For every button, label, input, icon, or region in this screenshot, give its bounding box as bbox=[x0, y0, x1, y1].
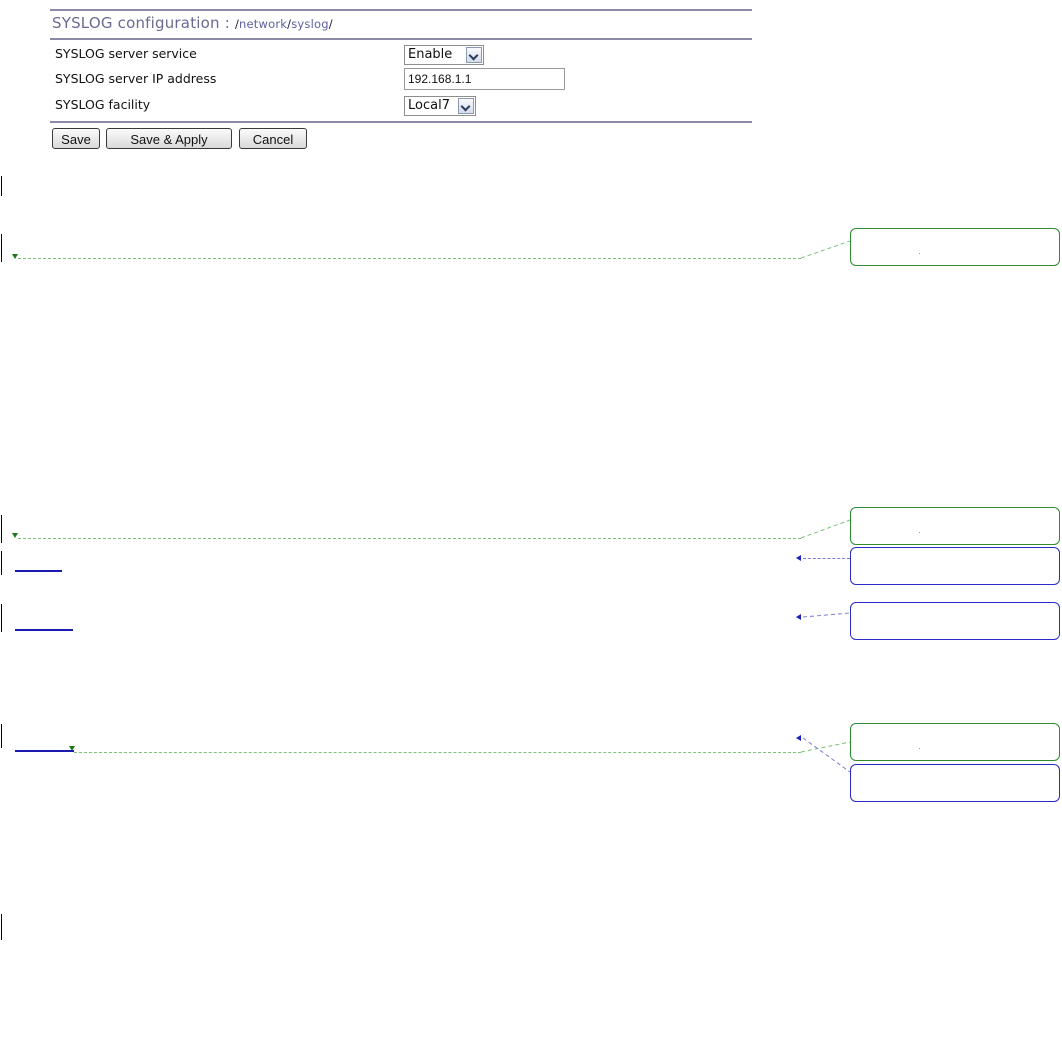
link-pointer-icon bbox=[796, 614, 801, 620]
connector-line bbox=[800, 240, 851, 259]
link-underline[interactable] bbox=[15, 750, 74, 752]
save-button[interactable]: Save bbox=[52, 128, 100, 149]
comment-leader-line bbox=[18, 258, 801, 259]
breadcrumb-network[interactable]: network bbox=[239, 17, 287, 31]
insertion-caret bbox=[1, 604, 2, 632]
facility-label: SYSLOG facility bbox=[55, 97, 151, 112]
insertion-caret bbox=[1, 551, 2, 575]
insertion-balloon[interactable] bbox=[850, 723, 1060, 761]
row-facility: SYSLOG facility Local7 bbox=[50, 94, 752, 118]
page-title: SYSLOG configuration : /network/syslog/ bbox=[52, 14, 333, 32]
insertion-caret bbox=[1, 515, 2, 543]
link-balloon[interactable] bbox=[850, 547, 1060, 585]
insertion-caret bbox=[1, 176, 2, 196]
link-underline[interactable] bbox=[15, 570, 62, 572]
comment-leader-line bbox=[74, 752, 801, 753]
breadcrumb: /network/syslog/ bbox=[235, 17, 333, 31]
server-ip-label: SYSLOG server IP address bbox=[55, 71, 217, 86]
breadcrumb-slash: / bbox=[328, 17, 333, 31]
link-leader-line bbox=[803, 558, 850, 559]
connector-line bbox=[800, 519, 851, 539]
link-underline[interactable] bbox=[15, 629, 73, 631]
connector-line bbox=[802, 737, 851, 773]
server-ip-input[interactable] bbox=[404, 68, 565, 90]
insertion-balloon[interactable] bbox=[850, 507, 1060, 545]
top-divider bbox=[50, 9, 752, 11]
insertion-caret bbox=[1, 724, 2, 748]
insertion-caret bbox=[1, 914, 2, 940]
link-balloon[interactable] bbox=[850, 764, 1060, 802]
title-separator: : bbox=[219, 14, 235, 32]
header-divider bbox=[50, 38, 752, 40]
balloon-dot bbox=[919, 748, 920, 749]
footer-divider bbox=[50, 121, 752, 123]
insertion-caret bbox=[1, 234, 2, 262]
facility-value: Local7 bbox=[408, 98, 450, 113]
link-pointer-icon bbox=[796, 735, 801, 741]
cancel-button[interactable]: Cancel bbox=[239, 128, 307, 149]
row-server-service: SYSLOG server service Enable bbox=[50, 43, 752, 67]
row-server-ip: SYSLOG server IP address bbox=[50, 68, 752, 92]
title-text: SYSLOG configuration bbox=[52, 14, 220, 32]
chevron-down-icon[interactable] bbox=[466, 46, 482, 63]
facility-select[interactable]: Local7 bbox=[404, 95, 476, 116]
server-service-value: Enable bbox=[408, 47, 453, 62]
balloon-dot bbox=[919, 253, 920, 254]
connector-line bbox=[800, 741, 851, 753]
balloon-dot bbox=[919, 532, 920, 533]
server-service-select[interactable]: Enable bbox=[404, 44, 484, 65]
link-pointer-icon bbox=[796, 555, 801, 561]
breadcrumb-syslog[interactable]: syslog bbox=[291, 17, 329, 31]
insertion-balloon[interactable] bbox=[850, 228, 1060, 266]
save-apply-button[interactable]: Save & Apply bbox=[106, 128, 232, 149]
connector-line bbox=[802, 612, 851, 618]
comment-leader-line bbox=[18, 538, 801, 539]
link-balloon[interactable] bbox=[850, 602, 1060, 640]
chevron-down-icon[interactable] bbox=[458, 97, 474, 114]
server-service-label: SYSLOG server service bbox=[55, 46, 197, 61]
